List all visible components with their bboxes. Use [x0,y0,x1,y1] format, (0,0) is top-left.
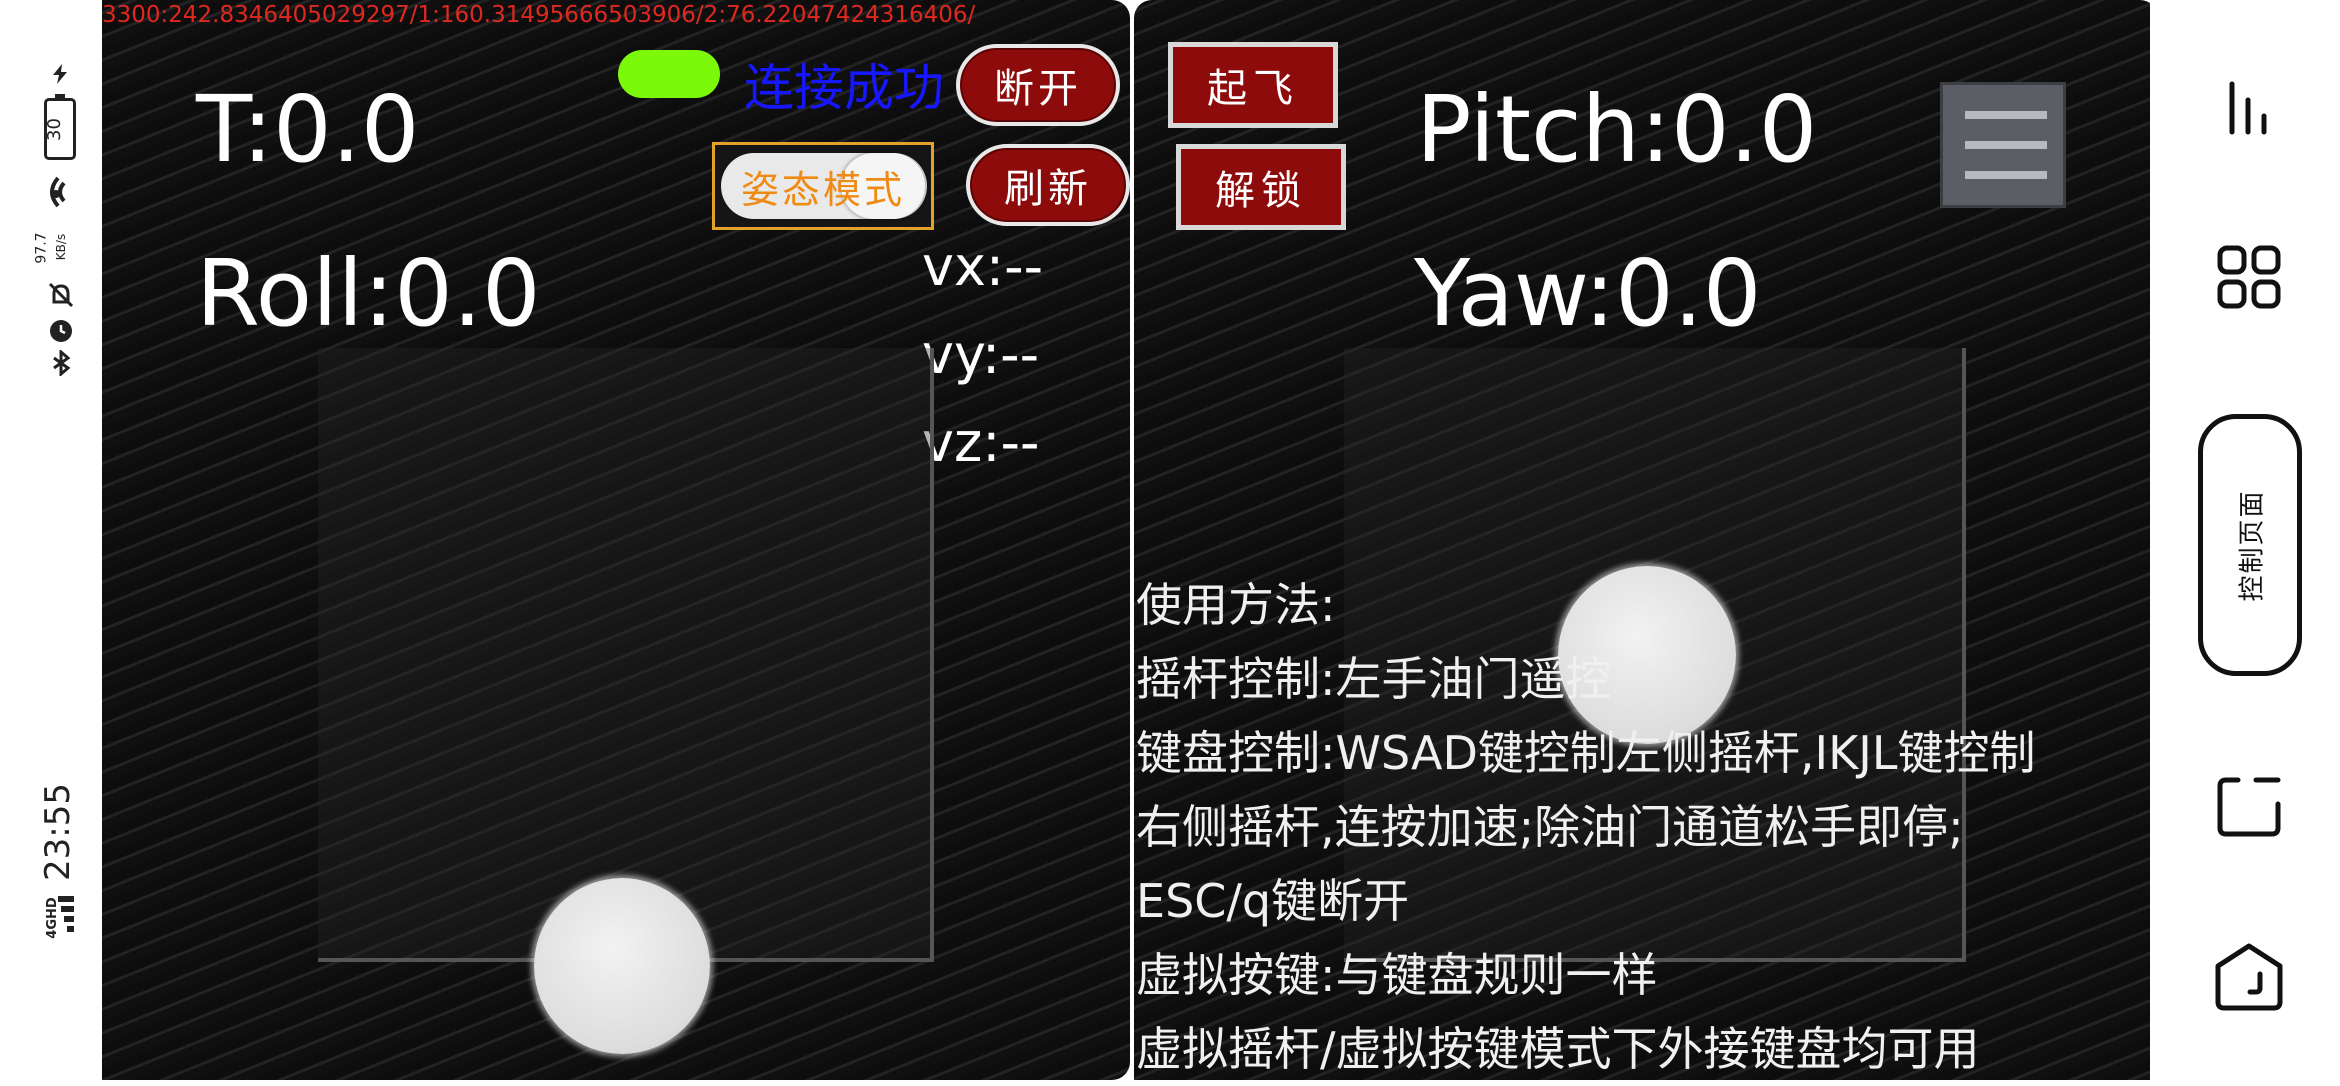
usage-instructions: 使用方法: 摇杆控制:左手油门遥控 键盘控制:WSAD键控制左侧摇杆,IKJL键… [1136,568,2035,1086]
vz-readout: vz:-- [922,411,1040,474]
attitude-mode-toggle[interactable]: 姿态模式 [712,142,934,230]
left-joystick-knob[interactable] [534,878,710,1054]
control-page-button[interactable]: 控制页面 [2198,414,2302,676]
takeoff-button[interactable]: 起飞 [1168,42,1338,128]
connection-indicator [618,50,720,98]
bluetooth-icon [53,350,71,376]
signal-icon [58,896,74,932]
instruction-line: 摇杆控制:左手油门遥控 [1136,652,1612,706]
mode-label: 姿态模式 [740,167,905,212]
pitch-readout: Pitch:0.0 [1416,76,1818,183]
debug-readout: 3300:242.8346405029297/1:160.31495666503… [102,2,976,28]
instruction-line: 虚拟摇杆/虚拟按键模式下外接键盘均可用 [1136,1022,1980,1076]
connection-status-text: 连接成功 [744,59,944,117]
disconnect-button[interactable]: 断开 [956,44,1120,126]
system-status-bar: 30 97.7 KB/s 23:55 4GHD [0,0,100,1080]
rotate-screen-icon[interactable] [2216,774,2282,840]
vx-readout: vx:-- [922,235,1044,298]
alarm-icon [50,320,72,342]
wifi-icon [50,176,66,208]
control-page-label: 控制页面 [2237,488,2268,602]
battery-icon: 30 [43,94,76,160]
left-joystick-area[interactable] [318,348,934,962]
refresh-button[interactable]: 刷新 [966,144,1130,226]
recent-apps-icon[interactable] [2220,78,2280,138]
network-speed-icon: 97.7 KB/s [33,232,69,264]
instruction-line: 使用方法: [1136,578,1336,632]
charging-icon [53,64,67,84]
roll-readout: Roll:0.0 [196,240,541,347]
instruction-line: 键盘控制:WSAD键控制左侧摇杆,IKJL键控制 [1136,726,2036,780]
yaw-readout: Yaw:0.0 [1414,240,1762,347]
vy-readout: vy:-- [922,323,1040,386]
instruction-line: ESC/q键断开 [1136,874,1410,928]
instruction-line: 虚拟按键:与键盘规则一样 [1136,948,1658,1002]
back-icon[interactable] [2212,940,2286,1014]
hamburger-menu-icon[interactable] [1940,82,2066,208]
throttle-readout: T:0.0 [196,76,420,183]
battery-level: 30 [43,118,65,141]
mute-icon [48,282,74,308]
grid-apps-icon[interactable] [2216,244,2282,310]
status-clock: 23:55 [38,783,78,881]
unlock-button[interactable]: 解锁 [1176,144,1346,230]
instruction-line: 右侧摇杆,连按加速;除油门通道松手即停; [1136,800,1964,854]
